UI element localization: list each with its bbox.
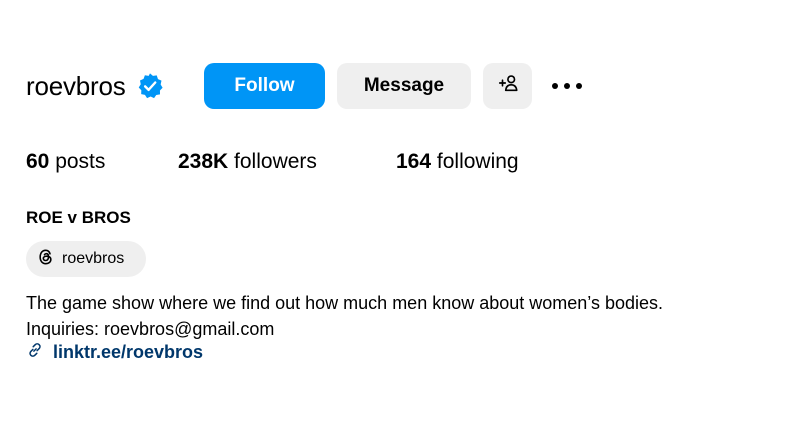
threads-logo-icon xyxy=(36,247,56,272)
following-label: following xyxy=(436,150,519,173)
profile-header: roevbros Follow Message 60 posts 238K fo… xyxy=(0,0,786,424)
add-person-icon xyxy=(497,72,519,100)
following-stat[interactable]: 164 following xyxy=(396,150,519,174)
profile-display-name: ROE v BROS xyxy=(26,208,131,227)
bio-line: The game show where we find out how much… xyxy=(26,293,664,313)
message-button[interactable]: Message xyxy=(337,63,471,109)
bio-link-text[interactable]: linktr.ee/roevbros xyxy=(53,342,203,363)
more-options-icon[interactable] xyxy=(549,72,585,100)
profile-bio: The game show where we find out how much… xyxy=(26,290,663,342)
posts-stat: 60 posts xyxy=(26,150,105,174)
username-row: roevbros xyxy=(26,62,164,110)
posts-label: posts xyxy=(55,150,106,173)
suggest-accounts-button[interactable] xyxy=(483,63,532,109)
link-icon xyxy=(26,341,44,364)
follow-button[interactable]: Follow xyxy=(204,63,325,109)
followers-stat[interactable]: 238K followers xyxy=(178,150,317,174)
following-count: 164 xyxy=(396,150,432,173)
verified-badge-icon xyxy=(136,72,164,100)
followers-label: followers xyxy=(234,150,317,173)
posts-count: 60 xyxy=(26,150,50,173)
threads-badge[interactable]: roevbros xyxy=(26,241,146,277)
profile-username: roevbros xyxy=(26,71,126,101)
bio-link[interactable]: linktr.ee/roevbros xyxy=(26,341,203,364)
threads-handle: roevbros xyxy=(62,250,125,267)
bio-line: Inquiries: roevbros@gmail.com xyxy=(26,319,275,339)
followers-count: 238K xyxy=(178,150,229,173)
